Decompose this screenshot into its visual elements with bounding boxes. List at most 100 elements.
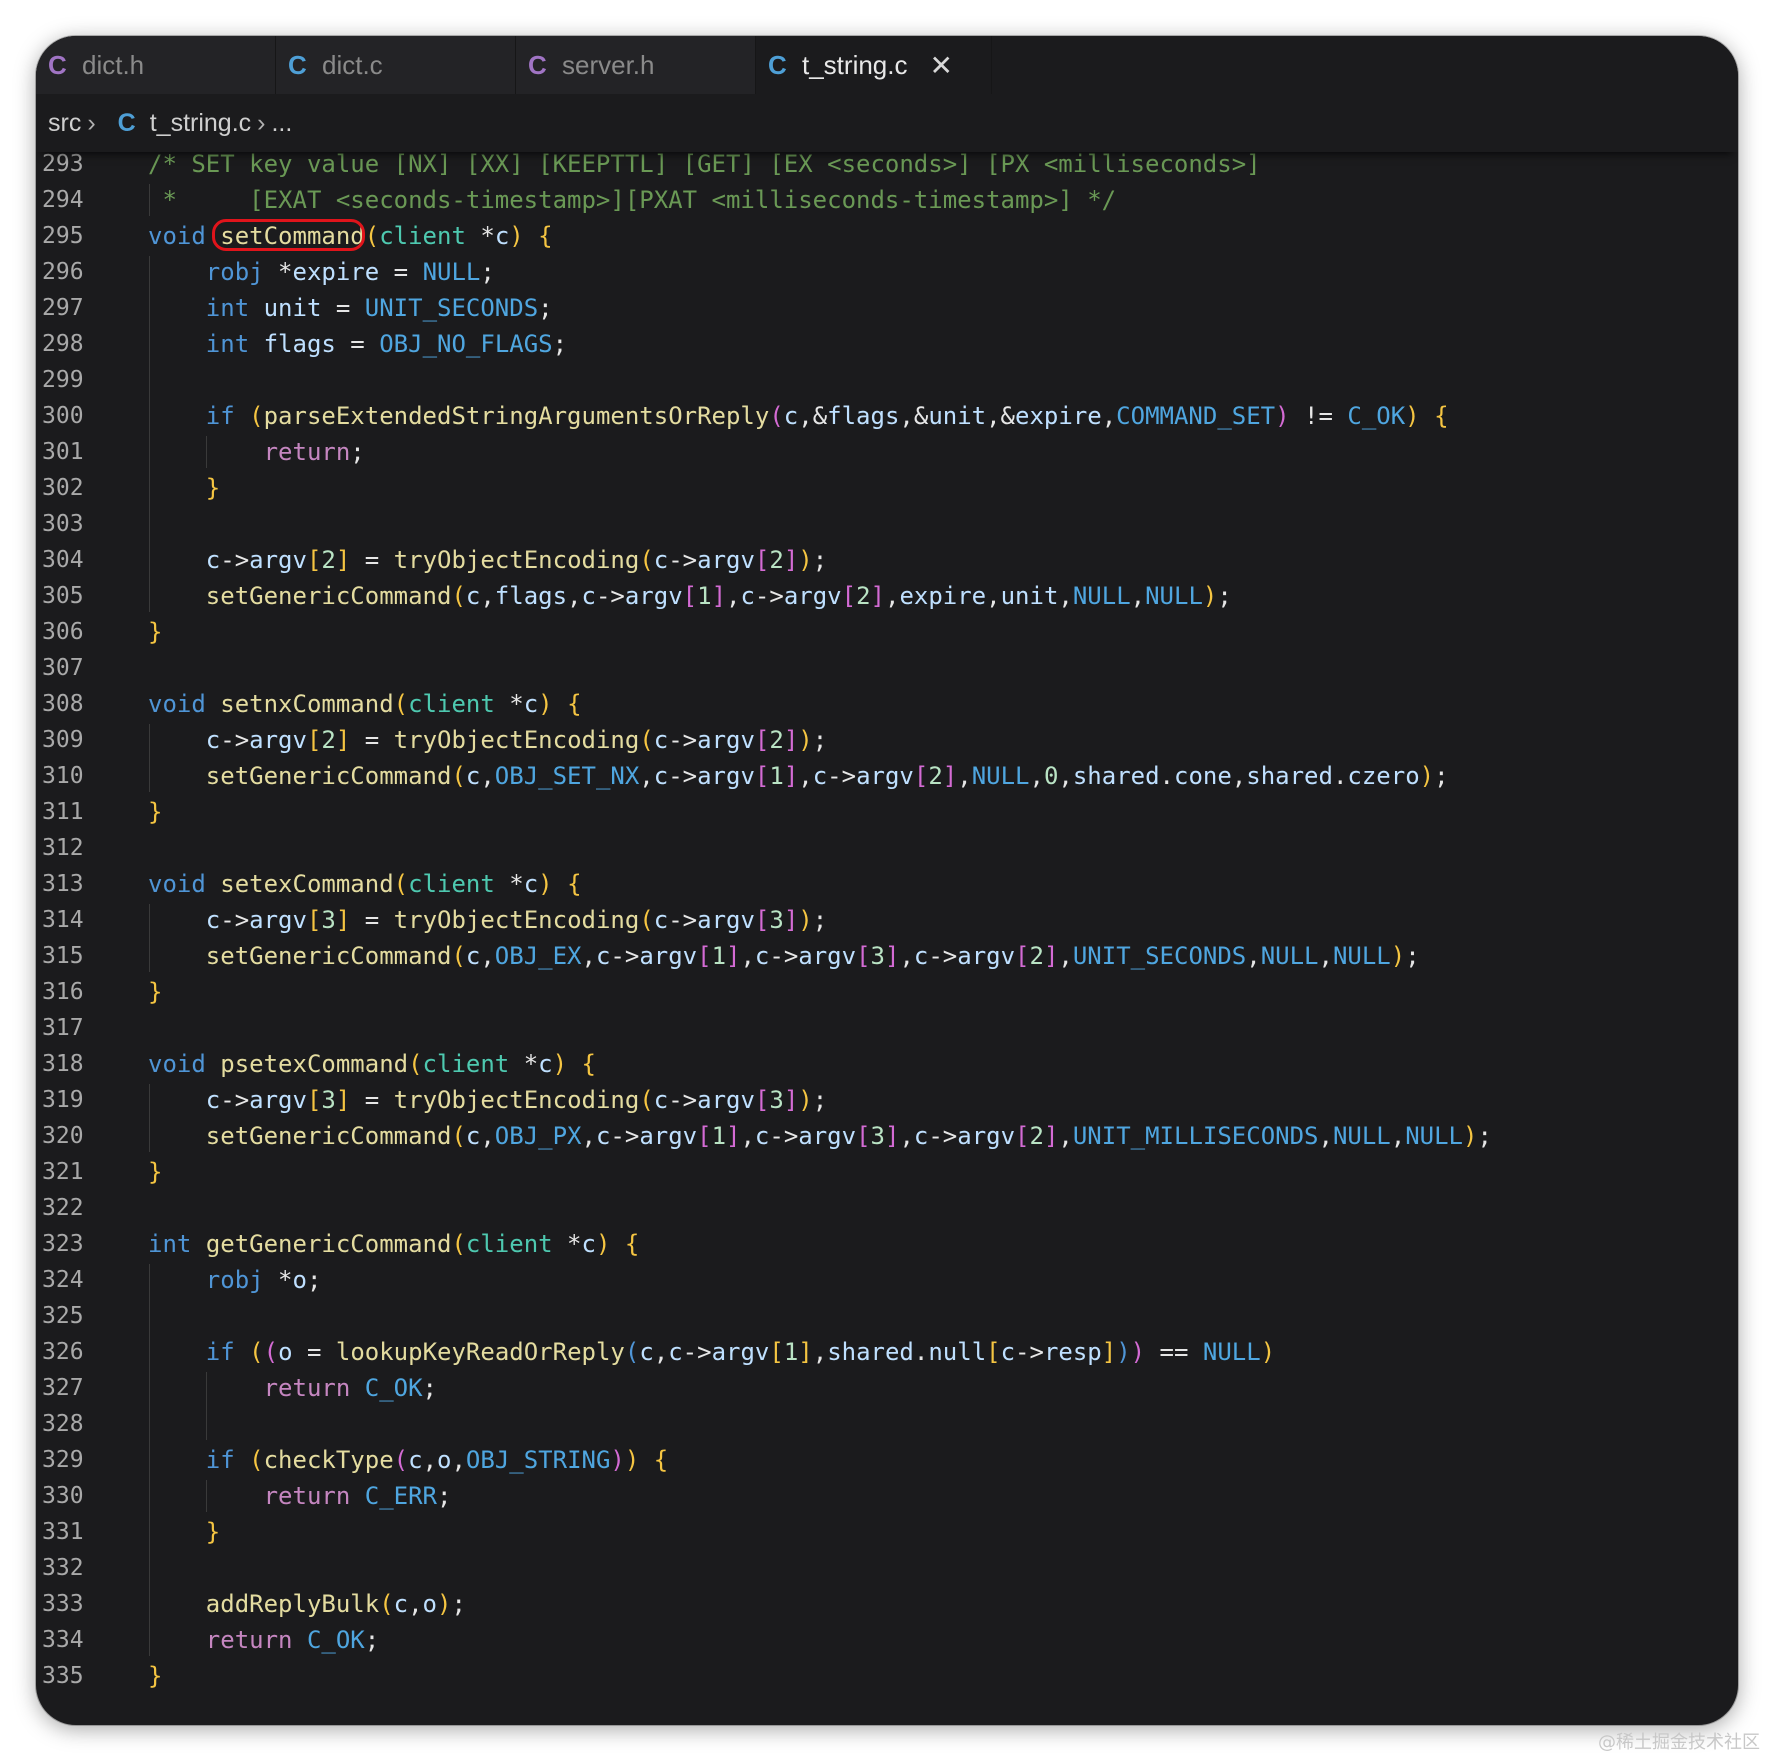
code-line[interactable]: 324 robj *o; [36,1262,1738,1298]
indent-guide [206,1372,207,1440]
breadcrumb-more[interactable]: ... [271,109,292,138]
code-line[interactable]: 312 [36,830,1738,866]
code-line[interactable]: 307 [36,650,1738,686]
code-text: void psetexCommand(client *c) { [148,1050,596,1078]
code-line[interactable]: 321} [36,1154,1738,1190]
line-number: 317 [42,1015,84,1041]
code-line[interactable]: 331 } [36,1514,1738,1550]
code-text: int flags = OBJ_NO_FLAGS; [205,330,568,358]
code-line[interactable]: 328 [36,1406,1738,1442]
c-file-icon: C [288,49,307,80]
breadcrumb: src › C t_string.c › ... [36,94,1738,152]
tab-t-string-c[interactable]: C t_string.c ✕ [756,36,992,94]
code-line[interactable]: 301 return; [36,434,1738,470]
line-number: 324 [42,1267,84,1293]
line-number: 294 [42,187,84,213]
code-line[interactable]: 297 int unit = UNIT_SECONDS; [36,290,1738,326]
code-line[interactable]: 323 int getGenericCommand(client *c) { [36,1226,1738,1262]
indent-guide [149,1084,150,1152]
code-line[interactable]: 300 if (parseExtendedStringArgumentsOrRe… [36,398,1738,434]
line-number: 313 [42,871,84,897]
indent-guide [149,904,150,972]
code-text: } [148,978,163,1006]
code-text: setGenericCommand(c,OBJ_EX,c->argv[1],c-… [205,942,1420,970]
line-number: 320 [42,1123,84,1149]
tab-dict-h[interactable]: C dict.h [36,36,276,94]
code-line[interactable]: 314 c->argv[3] = tryObjectEncoding(c->ar… [36,902,1738,938]
code-line[interactable]: 305 setGenericCommand(c,flags,c->argv[1]… [36,578,1738,614]
code-line[interactable]: 332 [36,1550,1738,1586]
code-text: void setnxCommand(client *c) { [148,690,582,718]
tab-dict-c[interactable]: C dict.c [276,36,516,94]
line-number: 319 [42,1087,84,1113]
code-line[interactable]: 306} [36,614,1738,650]
code-line[interactable]: 320 setGenericCommand(c,OBJ_PX,c->argv[1… [36,1118,1738,1154]
code-editor[interactable]: 292293/* SET key value [NX] [XX] [KEEPTT… [36,115,1738,1716]
code-line[interactable]: 317 [36,1010,1738,1046]
code-line[interactable]: 304 c->argv[2] = tryObjectEncoding(c->ar… [36,542,1738,578]
code-line[interactable]: 330 return C_ERR; [36,1478,1738,1514]
code-text: setGenericCommand(c,OBJ_PX,c->argv[1],c-… [205,1122,1492,1150]
tab-label: dict.h [82,49,145,80]
c-file-icon: C [117,108,136,137]
code-line[interactable]: 326 if ((o = lookupKeyReadOrReply(c,c->a… [36,1334,1738,1370]
code-text: if (checkType(c,o,OBJ_STRING)) { [205,1446,669,1474]
code-line[interactable]: 329 if (checkType(c,o,OBJ_STRING)) { [36,1442,1738,1478]
code-line[interactable]: 298 int flags = OBJ_NO_FLAGS; [36,326,1738,362]
code-text: c->argv[2] = tryObjectEncoding(c->argv[2… [205,546,828,574]
code-line[interactable]: 310 setGenericCommand(c,OBJ_SET_NX,c->ar… [36,758,1738,794]
line-number: 333 [42,1591,84,1617]
code-line[interactable]: 309 c->argv[2] = tryObjectEncoding(c->ar… [36,722,1738,758]
code-text: robj *expire = NULL; [205,258,495,286]
line-number: 321 [42,1159,84,1185]
line-number: 302 [42,475,84,501]
line-number: 330 [42,1483,84,1509]
breadcrumb-file[interactable]: t_string.c [150,109,251,138]
close-icon[interactable]: ✕ [930,49,953,82]
code-line[interactable]: 334 return C_OK; [36,1622,1738,1658]
line-number: 308 [42,691,84,717]
code-text: * [EXAT <seconds-timestamp>][PXAT <milli… [148,186,1117,214]
line-number: 329 [42,1447,84,1473]
code-text: int getGenericCommand(client *c) { [148,1230,640,1258]
editor-window: C dict.h C dict.c C server.h C t_string.… [36,36,1738,1725]
line-number: 299 [42,367,84,393]
chevron-right-icon: › [87,108,96,137]
tab-server-h[interactable]: C server.h [516,36,756,94]
code-text: addReplyBulk(c,o); [205,1590,466,1618]
code-line[interactable]: 335} [36,1658,1738,1694]
code-text: c->argv[3] = tryObjectEncoding(c->argv[3… [205,906,828,934]
code-text: c->argv[3] = tryObjectEncoding(c->argv[3… [205,1086,828,1114]
code-line[interactable]: 315 setGenericCommand(c,OBJ_EX,c->argv[1… [36,938,1738,974]
code-text: if ((o = lookupKeyReadOrReply(c,c->argv[… [205,1338,1276,1366]
line-number: 332 [42,1555,84,1581]
code-line[interactable]: 295 void setCommand (client *c) { [36,218,1738,254]
highlight-annotation: setCommand [212,218,365,254]
code-line[interactable]: 319 c->argv[3] = tryObjectEncoding(c->ar… [36,1082,1738,1118]
line-number: 309 [42,727,84,753]
code-text: setGenericCommand(c,flags,c->argv[1],c->… [205,582,1232,610]
code-text: } [205,1518,221,1546]
code-line[interactable]: 327 return C_OK; [36,1370,1738,1406]
code-line[interactable]: 318 void psetexCommand(client *c) { [36,1046,1738,1082]
code-line[interactable]: 311} [36,794,1738,830]
breadcrumb-folder[interactable]: src [48,109,81,138]
code-line[interactable]: 325 [36,1298,1738,1334]
code-line[interactable]: 299 [36,362,1738,398]
line-number: 303 [42,511,84,537]
code-text: return C_OK; [263,1374,437,1402]
c-file-icon: C [768,49,787,80]
line-number: 318 [42,1051,84,1077]
code-line[interactable]: 308 void setnxCommand(client *c) { [36,686,1738,722]
line-number: 327 [42,1375,84,1401]
line-number: 331 [42,1519,84,1545]
line-number: 306 [42,619,84,645]
code-line[interactable]: 333 addReplyBulk(c,o); [36,1586,1738,1622]
code-line[interactable]: 296 robj *expire = NULL; [36,254,1738,290]
code-line[interactable]: 294 * [EXAT <seconds-timestamp>][PXAT <m… [36,182,1738,218]
code-line[interactable]: 313 void setexCommand(client *c) { [36,866,1738,902]
code-line[interactable]: 303 [36,506,1738,542]
code-line[interactable]: 322 [36,1190,1738,1226]
code-line[interactable]: 302 } [36,470,1738,506]
code-line[interactable]: 316} [36,974,1738,1010]
